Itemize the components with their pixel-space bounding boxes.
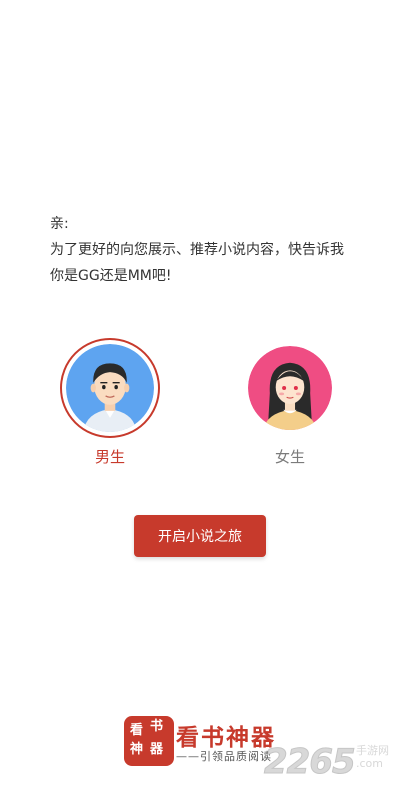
watermark-url: .com [356,757,383,771]
logo-char-2: 书 [150,719,164,734]
logo-char-3: 神 [130,742,144,757]
intro-line-2: 你是GG还是MM吧! [50,268,172,284]
brand-slogan: ——引领品质阅读 [176,750,272,763]
female-avatar-icon [248,346,332,430]
intro-text: 亲: 为了更好的向您展示、推荐小说内容，快告诉我 你是GG还是MM吧! [50,211,370,289]
male-label[interactable]: 男生 [55,446,165,467]
brand-name: 看书神器 [176,724,276,751]
female-label[interactable]: 女生 [235,446,345,467]
app-logo: 看 书 神 器 [124,716,174,766]
watermark-suffix: 手游网 .com [356,744,400,770]
gender-option-male[interactable]: 男生 [55,338,165,467]
logo-char-4: 器 [150,742,164,757]
intro-line-1: 为了更好的向您展示、推荐小说内容，快告诉我 [50,242,344,258]
start-reading-button[interactable]: 开启小说之旅 [134,515,266,557]
female-avatar-frame[interactable] [240,338,340,438]
watermark-number: 2265 [264,742,357,783]
male-avatar-frame[interactable] [60,338,160,438]
watermark-suffix-text: 手游网 [356,744,389,757]
gender-option-female[interactable]: 女生 [235,338,345,467]
male-avatar-icon [66,344,154,432]
logo-char-1: 看 [130,723,144,738]
watermark: 2265 手游网 .com [264,742,389,783]
greeting: 亲: [50,216,69,232]
